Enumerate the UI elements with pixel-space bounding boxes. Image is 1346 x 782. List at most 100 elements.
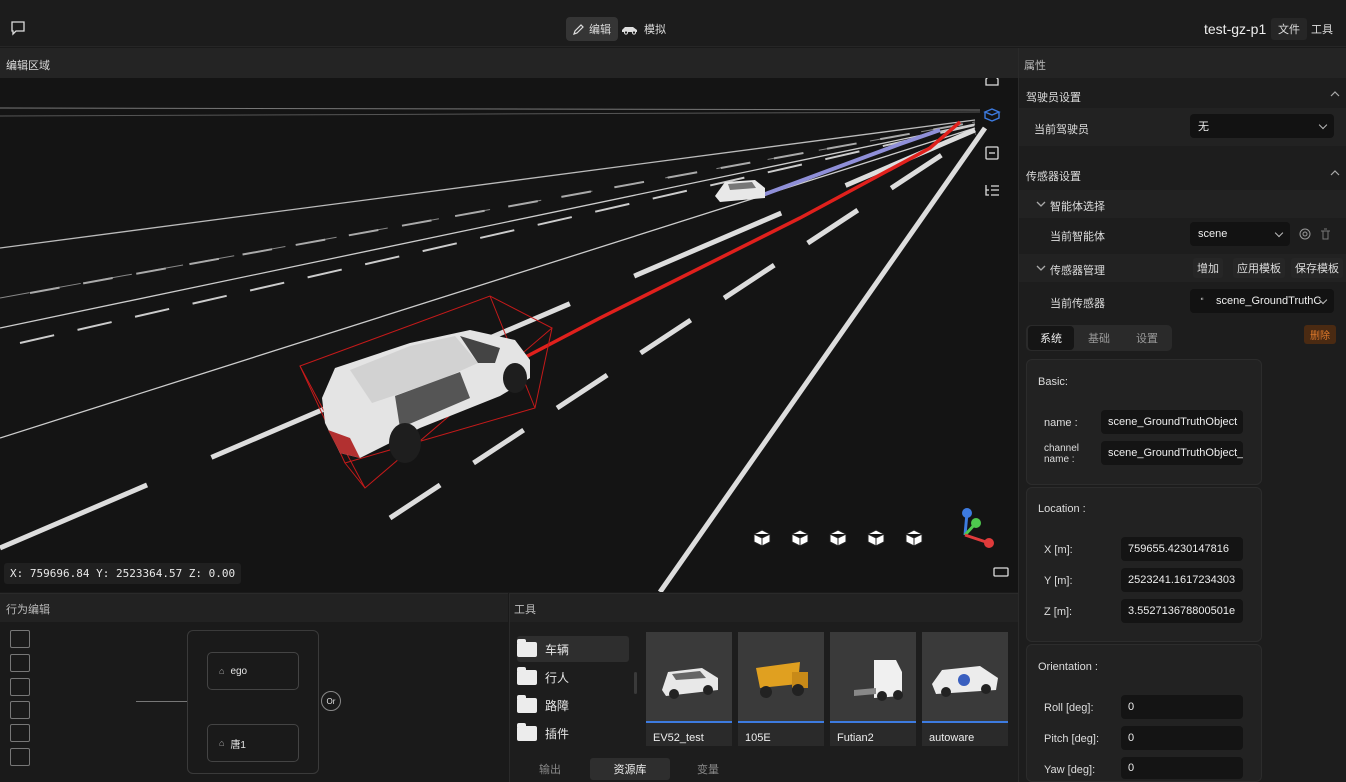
add-node-icon[interactable] [10,678,30,696]
properties-title: 属性 [1024,60,1046,72]
folder-icon [517,694,537,713]
view-back-icon[interactable] [904,528,924,548]
location-title: Location : [1038,503,1086,515]
view-top-icon[interactable] [866,528,886,548]
mode-edit-label: 编辑 [589,24,611,36]
tab-basic[interactable]: 基础 [1076,326,1122,350]
axis-gizmo[interactable] [940,503,1000,563]
asset-thumbnail [738,632,824,723]
target-icon[interactable] [1299,228,1311,240]
chevron-down-icon[interactable] [1036,199,1046,209]
insert-node-icon[interactable] [10,701,30,719]
mode-sim-button[interactable]: 模拟 [614,17,673,41]
asset-label: autoware [929,732,975,744]
x-field[interactable]: 759655.4230147816 [1121,537,1243,561]
asset-card[interactable]: Futian2 [830,632,916,746]
folder-icon [517,638,537,657]
asset-card[interactable]: 105E [738,632,824,746]
tab-resources[interactable]: 资源库 [590,758,670,780]
pitch-field[interactable]: 0 [1121,726,1243,750]
car-icon [622,26,637,35]
sensor-icon: ⁌ [1200,295,1204,304]
z-label: Z [m]: [1044,606,1073,618]
save-template-button[interactable]: 保存模板 [1291,258,1343,278]
apply-template-button[interactable]: 应用模板 [1233,258,1285,278]
agent-select-value: scene [1198,228,1228,240]
tab-system[interactable]: 系统 [1028,326,1074,350]
tools-menu[interactable]: 工具 [1308,18,1336,40]
mode-edit-button[interactable]: 编辑 [566,17,618,41]
chat-icon[interactable] [10,20,26,36]
view-cube-icon[interactable] [752,528,772,548]
lock-icon[interactable] [10,654,30,672]
folder-icon [517,722,537,741]
tab-output[interactable]: 输出 [510,758,590,780]
folder-pedestrians[interactable]: 行人 [517,664,629,690]
agent-select[interactable]: scene [1190,222,1290,246]
node-ego[interactable]: ⌂ ego [207,652,299,690]
view-side-icon[interactable] [828,528,848,548]
asset-label: EV52_test [653,732,704,744]
folder-icon [517,666,537,685]
folder-vehicles[interactable]: 车辆 [517,636,629,662]
asset-card[interactable]: EV52_test [646,632,732,746]
tools-title: 工具 [514,604,536,616]
properties-header [1019,48,1346,78]
pencil-icon [573,23,584,35]
driver-label: 当前驾驶员 [1034,124,1089,136]
minus-square-icon[interactable] [983,144,1001,162]
asset-thumbnail [646,632,732,723]
y-field[interactable]: 2523241.1617234303 [1121,568,1243,592]
editor-title: 编辑区域 [6,60,50,72]
folder-label: 插件 [545,726,570,741]
sensor-label: 当前传感器 [1050,298,1105,310]
3d-viewport[interactable] [0,78,1018,592]
or-node[interactable]: Or [321,691,341,711]
file-menu[interactable]: 文件 [1271,18,1307,40]
sensor-group-title[interactable]: 传感器管理 [1050,262,1105,278]
roll-field[interactable]: 0 [1121,695,1243,719]
folder-scrollbar[interactable] [634,672,637,694]
coordinate-readout: X: 759696.84 Y: 2523364.57 Z: 0.00 [4,563,242,584]
asset-thumbnail [830,632,916,723]
chevron-down-icon [1274,228,1284,238]
save-node-icon[interactable] [10,748,30,766]
delete-node-icon[interactable] [10,724,30,742]
view-front-icon[interactable] [790,528,810,548]
chevron-up-icon[interactable] [1330,168,1340,178]
sensor-section-title[interactable]: 传感器设置 [1026,168,1081,184]
chevron-up-icon[interactable] [1330,89,1340,99]
driver-section-title[interactable]: 驾驶员设置 [1026,89,1081,105]
asset-card[interactable]: autoware [922,632,1008,746]
app-window: 编辑 模拟 test-gz-p1 文件 工具 编辑区域 X: 759696.84… [0,0,1346,782]
y-label: Y [m]: [1044,575,1073,587]
delete-sensor-button[interactable]: 删除 [1304,325,1336,344]
mode-sim-label: 模拟 [644,24,666,36]
z-field[interactable]: 3.552713678800501e [1121,599,1243,623]
ruler-icon[interactable] [992,564,1010,580]
node-icon: ⌂ [219,666,225,676]
add-sensor-button[interactable]: 增加 [1193,258,1223,278]
home-icon[interactable] [983,78,1001,88]
folder-plugins[interactable]: 插件 [517,720,629,746]
tools-header [510,594,1018,622]
pitch-label: Pitch [deg]: [1044,733,1100,745]
channel-label-2: name : [1044,454,1075,465]
fit-view-icon[interactable] [10,630,30,648]
chevron-down-icon[interactable] [1036,263,1046,273]
sensor-select[interactable]: ⁌ scene_GroundTruthC [1190,289,1334,313]
driver-select[interactable]: 无 [1190,114,1334,138]
channel-name-field[interactable]: scene_GroundTruthObject_c [1101,441,1243,465]
agent-group-title[interactable]: 智能体选择 [1050,198,1105,214]
name-label: name : [1044,417,1078,429]
list-tree-icon[interactable] [983,182,1001,200]
tab-variables[interactable]: 变量 [670,758,746,780]
node-2[interactable]: ⌂ 唐1 [207,724,299,762]
tab-settings[interactable]: 设置 [1124,326,1170,350]
agent-label: 当前智能体 [1050,231,1105,243]
perspective-icon[interactable] [983,106,1001,124]
folder-obstacles[interactable]: 路障 [517,692,629,718]
name-field[interactable]: scene_GroundTruthObject [1101,410,1243,434]
trash-icon[interactable] [1320,228,1331,240]
yaw-field[interactable]: 0 [1121,757,1243,779]
